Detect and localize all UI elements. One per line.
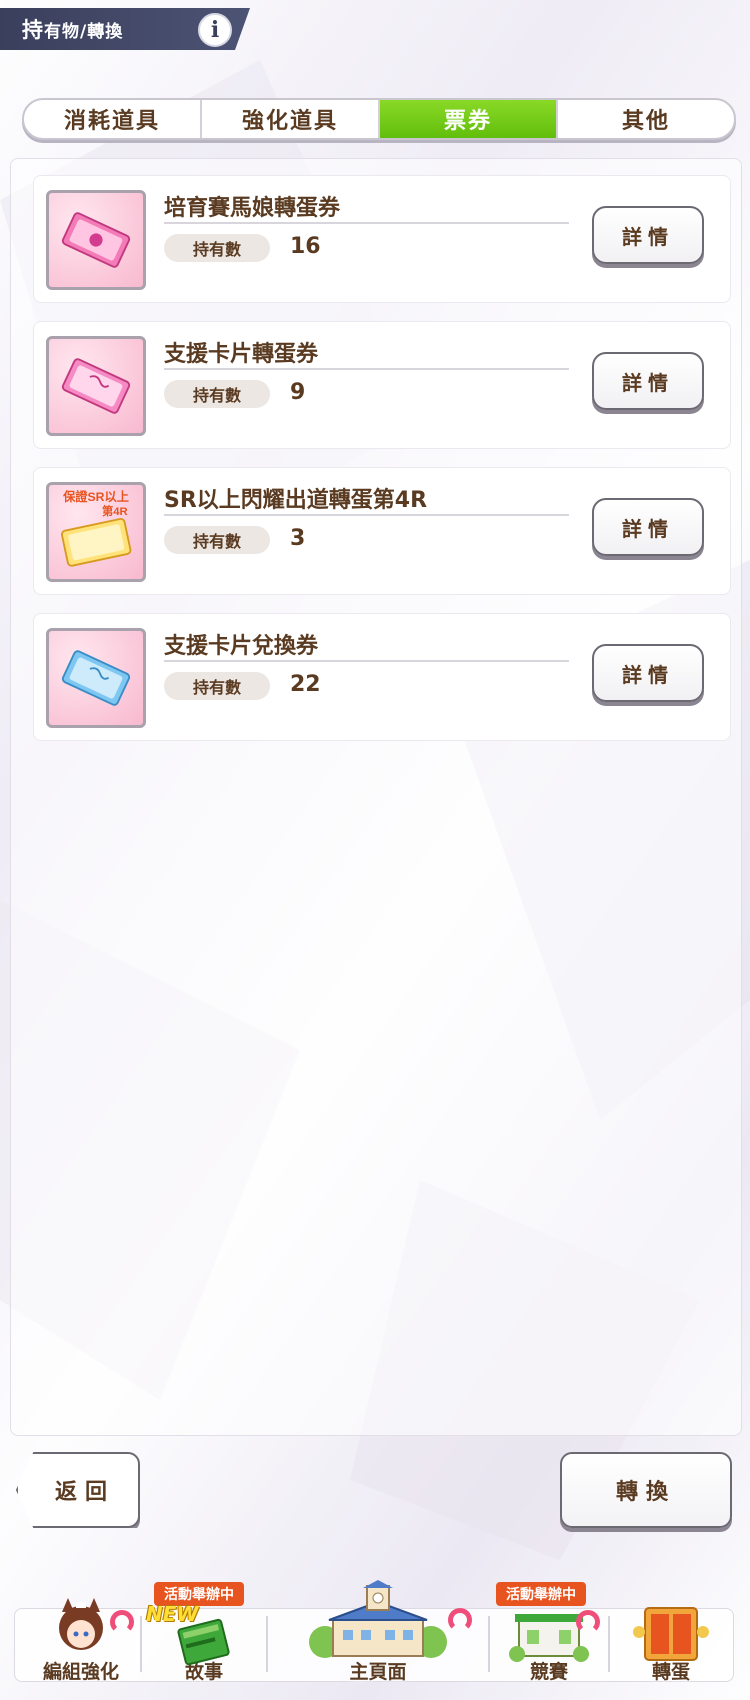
divider <box>164 660 569 662</box>
quantity-label: 持有數 <box>164 234 270 262</box>
info-button[interactable]: i <box>198 13 232 47</box>
detail-button[interactable]: 詳情 <box>592 644 704 702</box>
svg-text:第4R: 第4R <box>102 504 128 518</box>
screen-title: 持有物/轉換 <box>22 18 124 42</box>
item-name: 培育賽馬娘轉蛋券 <box>164 196 341 221</box>
convert-button[interactable]: 轉換 <box>560 1452 732 1528</box>
exchange-ticket-icon <box>46 628 146 728</box>
category-tabs: 消耗道具 強化道具 票券 其他 <box>22 98 736 140</box>
divider <box>164 514 569 516</box>
quantity-value: 3 <box>290 526 306 551</box>
nav-gacha[interactable]: 轉蛋 <box>610 1580 732 1690</box>
tab-consumables[interactable]: 消耗道具 <box>24 100 202 138</box>
ticket-icon <box>46 336 146 436</box>
detail-button[interactable]: 詳情 <box>592 352 704 410</box>
list-item: 培育賽馬娘轉蛋券 持有數 16 詳情 <box>33 175 731 303</box>
tab-tickets[interactable]: 票券 <box>380 100 558 138</box>
character-avatar-icon <box>59 1598 103 1650</box>
quantity-value: 16 <box>290 234 321 259</box>
list-item: 保證SR以上 第4R SR以上閃耀出道轉蛋第4R 持有數 3 詳情 <box>33 467 731 595</box>
tab-enhancement-items[interactable]: 強化道具 <box>202 100 380 138</box>
nav-team-enhance[interactable]: 編組強化 <box>22 1580 140 1690</box>
back-button[interactable]: 返回 <box>16 1452 140 1528</box>
tab-others[interactable]: 其他 <box>558 100 734 138</box>
nav-race[interactable]: 競賽 <box>490 1580 608 1690</box>
sr-ticket-icon: 保證SR以上 第4R <box>46 482 146 582</box>
item-name: 支援卡片轉蛋券 <box>164 342 319 367</box>
nav-story[interactable]: 故事 <box>142 1580 266 1690</box>
list-item: 支援卡片兌換券 持有數 22 詳情 <box>33 613 731 741</box>
quantity-label: 持有數 <box>164 380 270 408</box>
quantity-label: 持有數 <box>164 672 270 700</box>
quantity-label: 持有數 <box>164 526 270 554</box>
list-item: 支援卡片轉蛋券 持有數 9 詳情 <box>33 321 731 449</box>
quantity-value: 22 <box>290 672 321 697</box>
horseshoe-icon <box>110 1610 134 1634</box>
horseshoe-icon <box>448 1608 472 1632</box>
school-building-icon <box>309 1580 447 1658</box>
quantity-value: 9 <box>290 380 306 405</box>
svg-text:保證SR以上: 保證SR以上 <box>62 489 129 504</box>
gacha-gate-icon <box>633 1607 709 1661</box>
divider <box>164 222 569 224</box>
divider <box>164 368 569 370</box>
detail-button[interactable]: 詳情 <box>592 206 704 264</box>
nav-home[interactable]: 主頁面 <box>268 1580 488 1690</box>
horseshoe-icon <box>576 1610 600 1634</box>
ticket-icon <box>46 190 146 290</box>
item-list-panel: 培育賽馬娘轉蛋券 持有數 16 詳情 支援卡片轉蛋券 持有數 9 詳情 保證SR… <box>10 158 742 1436</box>
book-icon <box>177 1618 230 1666</box>
item-name: 支援卡片兌換券 <box>164 634 319 659</box>
item-name: SR以上閃耀出道轉蛋第4R <box>164 488 428 513</box>
detail-button[interactable]: 詳情 <box>592 498 704 556</box>
info-icon: i <box>210 17 220 43</box>
